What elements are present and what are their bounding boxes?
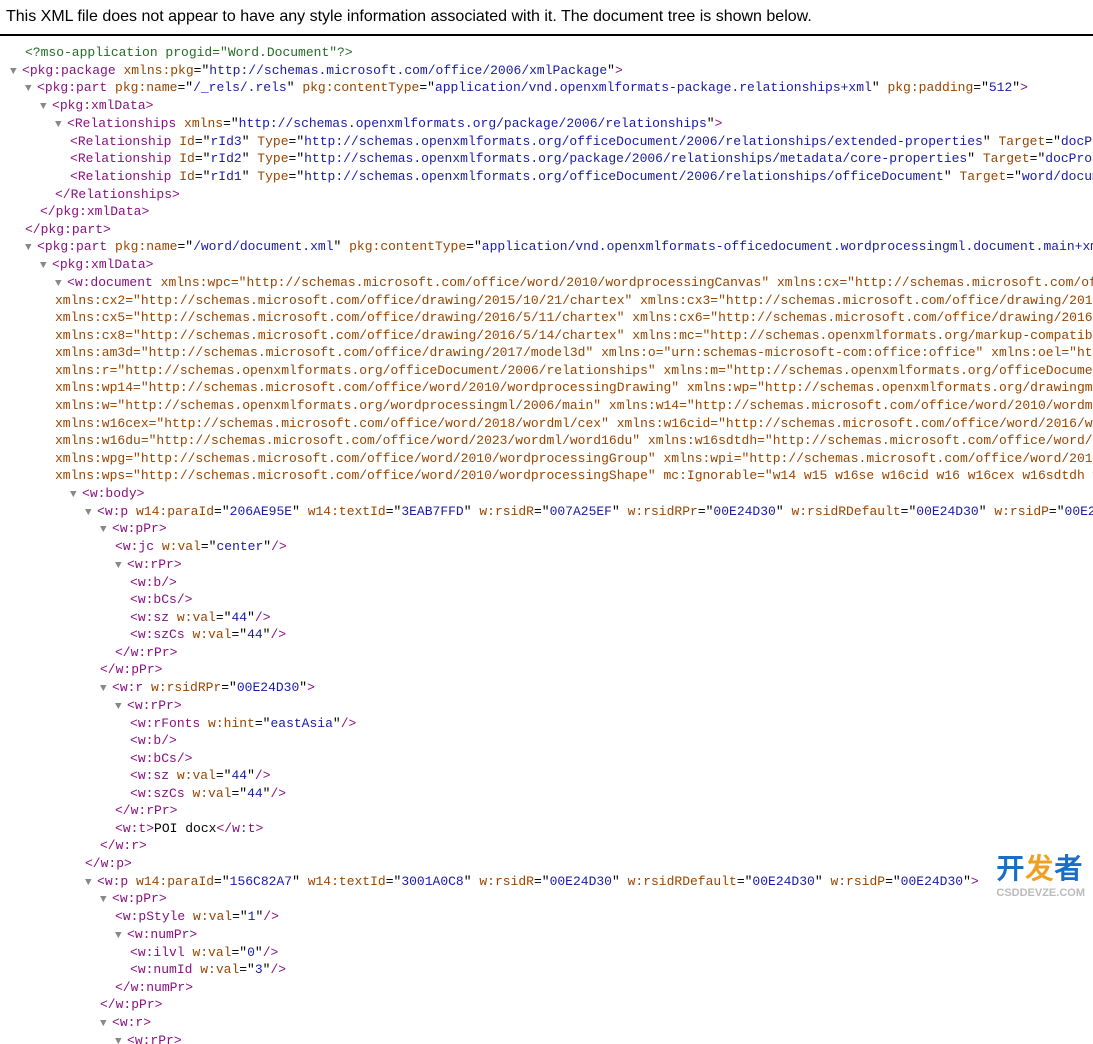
- pkg-part-doc[interactable]: ▼<pkg:part pkg:name="/word/document.xml"…: [10, 238, 1093, 256]
- w-ppr-close: </w:pPr>: [10, 661, 1093, 679]
- w-pstyle: <w:pStyle w:val="1"/>: [10, 908, 1093, 926]
- w-ppr-open-2[interactable]: ▼<w:pPr>: [10, 890, 1093, 908]
- toggle-icon[interactable]: ▼: [115, 929, 125, 944]
- w-szcs-2: <w:szCs w:val="44"/>: [10, 785, 1093, 803]
- toggle-icon[interactable]: ▼: [25, 241, 35, 256]
- w-p-1[interactable]: ▼<w:p w14:paraId="206AE95E" w14:textId="…: [10, 503, 1093, 521]
- w-rpr-open-3[interactable]: ▼<w:rPr>: [10, 1032, 1093, 1044]
- w-b-2: <w:b/>: [10, 732, 1093, 750]
- w-p-2[interactable]: ▼<w:p w14:paraId="156C82A7" w14:textId="…: [10, 873, 1093, 891]
- toggle-icon[interactable]: ▼: [115, 1035, 125, 1044]
- toggle-icon[interactable]: ▼: [100, 682, 110, 697]
- w-document-attrs: xmlns:w="http://schemas.openxmlformats.o…: [10, 397, 1093, 415]
- w-document-attrs: xmlns:r="http://schemas.openxmlformats.o…: [10, 362, 1093, 380]
- w-rpr-close: </w:rPr>: [10, 644, 1093, 662]
- w-t: <w:t>POI docx</w:t>: [10, 820, 1093, 838]
- w-ppr-close-2: </w:pPr>: [10, 996, 1093, 1014]
- pkg-part-rels[interactable]: ▼<pkg:part pkg:name="/_rels/.rels" pkg:c…: [10, 79, 1093, 97]
- toggle-icon[interactable]: ▼: [85, 876, 95, 891]
- w-r-open-2[interactable]: ▼<w:r>: [10, 1014, 1093, 1032]
- xmldata-open-2[interactable]: ▼<pkg:xmlData>: [10, 256, 1093, 274]
- w-ilvl: <w:ilvl w:val="0"/>: [10, 944, 1093, 962]
- pkg-part-close: </pkg:part>: [10, 221, 1093, 239]
- w-rpr-open-2[interactable]: ▼<w:rPr>: [10, 697, 1093, 715]
- toggle-icon[interactable]: ▼: [55, 277, 65, 292]
- w-rpr-open[interactable]: ▼<w:rPr>: [10, 556, 1093, 574]
- w-numpr-open[interactable]: ▼<w:numPr>: [10, 926, 1093, 944]
- toggle-icon[interactable]: ▼: [40, 100, 50, 115]
- xml-header-notice: This XML file does not appear to have an…: [0, 0, 1093, 36]
- w-document-open[interactable]: ▼<w:document xmlns:wpc="http://schemas.m…: [10, 274, 1093, 292]
- w-document-attrs: xmlns:wpg="http://schemas.microsoft.com/…: [10, 450, 1093, 468]
- w-jc: <w:jc w:val="center"/>: [10, 538, 1093, 556]
- xmldata-close: </pkg:xmlData>: [10, 203, 1093, 221]
- w-r-open[interactable]: ▼<w:r w:rsidRPr="00E24D30">: [10, 679, 1093, 697]
- w-document-attrs: xmlns:w16cex="http://schemas.microsoft.c…: [10, 415, 1093, 433]
- w-bcs: <w:bCs/>: [10, 591, 1093, 609]
- toggle-icon[interactable]: ▼: [100, 1017, 110, 1032]
- toggle-icon[interactable]: ▼: [85, 506, 95, 521]
- w-document-attrs: xmlns:am3d="http://schemas.microsoft.com…: [10, 344, 1093, 362]
- toggle-icon[interactable]: ▼: [115, 559, 125, 574]
- relationship-r3: <Relationship Id="rId3" Type="http://sch…: [10, 133, 1093, 151]
- w-b: <w:b/>: [10, 574, 1093, 592]
- processing-instruction: <?mso-application progid="Word.Document"…: [10, 44, 1093, 62]
- w-document-attrs: xmlns:cx8="http://schemas.microsoft.com/…: [10, 327, 1093, 345]
- w-sz-2: <w:sz w:val="44"/>: [10, 767, 1093, 785]
- w-document-attrs: xmlns:cx5="http://schemas.microsoft.com/…: [10, 309, 1093, 327]
- relationships-close: </Relationships>: [10, 186, 1093, 204]
- toggle-icon[interactable]: ▼: [115, 700, 125, 715]
- w-document-attrs: xmlns:wps="http://schemas.microsoft.com/…: [10, 467, 1093, 485]
- pkg-package-open[interactable]: ▼<pkg:package xmlns:pkg="http://schemas.…: [10, 62, 1093, 80]
- toggle-icon[interactable]: ▼: [100, 893, 110, 908]
- toggle-icon[interactable]: ▼: [100, 523, 110, 538]
- w-document-attrs: xmlns:cx2="http://schemas.microsoft.com/…: [10, 292, 1093, 310]
- xml-tree: <?mso-application progid="Word.Document"…: [0, 44, 1093, 1044]
- relationship-r2: <Relationship Id="rId2" Type="http://sch…: [10, 150, 1093, 168]
- relationships-open[interactable]: ▼<Relationships xmlns="http://schemas.op…: [10, 115, 1093, 133]
- toggle-icon[interactable]: ▼: [70, 488, 80, 503]
- w-body-open[interactable]: ▼<w:body>: [10, 485, 1093, 503]
- w-document-attrs: xmlns:w16du="http://schemas.microsoft.co…: [10, 432, 1093, 450]
- w-numpr-close: </w:numPr>: [10, 979, 1093, 997]
- xmldata-open[interactable]: ▼<pkg:xmlData>: [10, 97, 1093, 115]
- toggle-icon[interactable]: ▼: [40, 259, 50, 274]
- w-rpr-close-2: </w:rPr>: [10, 802, 1093, 820]
- w-rfonts: <w:rFonts w:hint="eastAsia"/>: [10, 715, 1093, 733]
- w-ppr-open[interactable]: ▼<w:pPr>: [10, 520, 1093, 538]
- toggle-icon[interactable]: ▼: [10, 65, 20, 80]
- w-p-close: </w:p>: [10, 855, 1093, 873]
- w-r-close: </w:r>: [10, 837, 1093, 855]
- w-bcs-2: <w:bCs/>: [10, 750, 1093, 768]
- toggle-icon[interactable]: ▼: [55, 118, 65, 133]
- w-numid: <w:numId w:val="3"/>: [10, 961, 1093, 979]
- relationship-r1: <Relationship Id="rId1" Type="http://sch…: [10, 168, 1093, 186]
- w-document-attrs: xmlns:wp14="http://schemas.microsoft.com…: [10, 379, 1093, 397]
- w-szcs: <w:szCs w:val="44"/>: [10, 626, 1093, 644]
- w-sz: <w:sz w:val="44"/>: [10, 609, 1093, 627]
- toggle-icon[interactable]: ▼: [25, 82, 35, 97]
